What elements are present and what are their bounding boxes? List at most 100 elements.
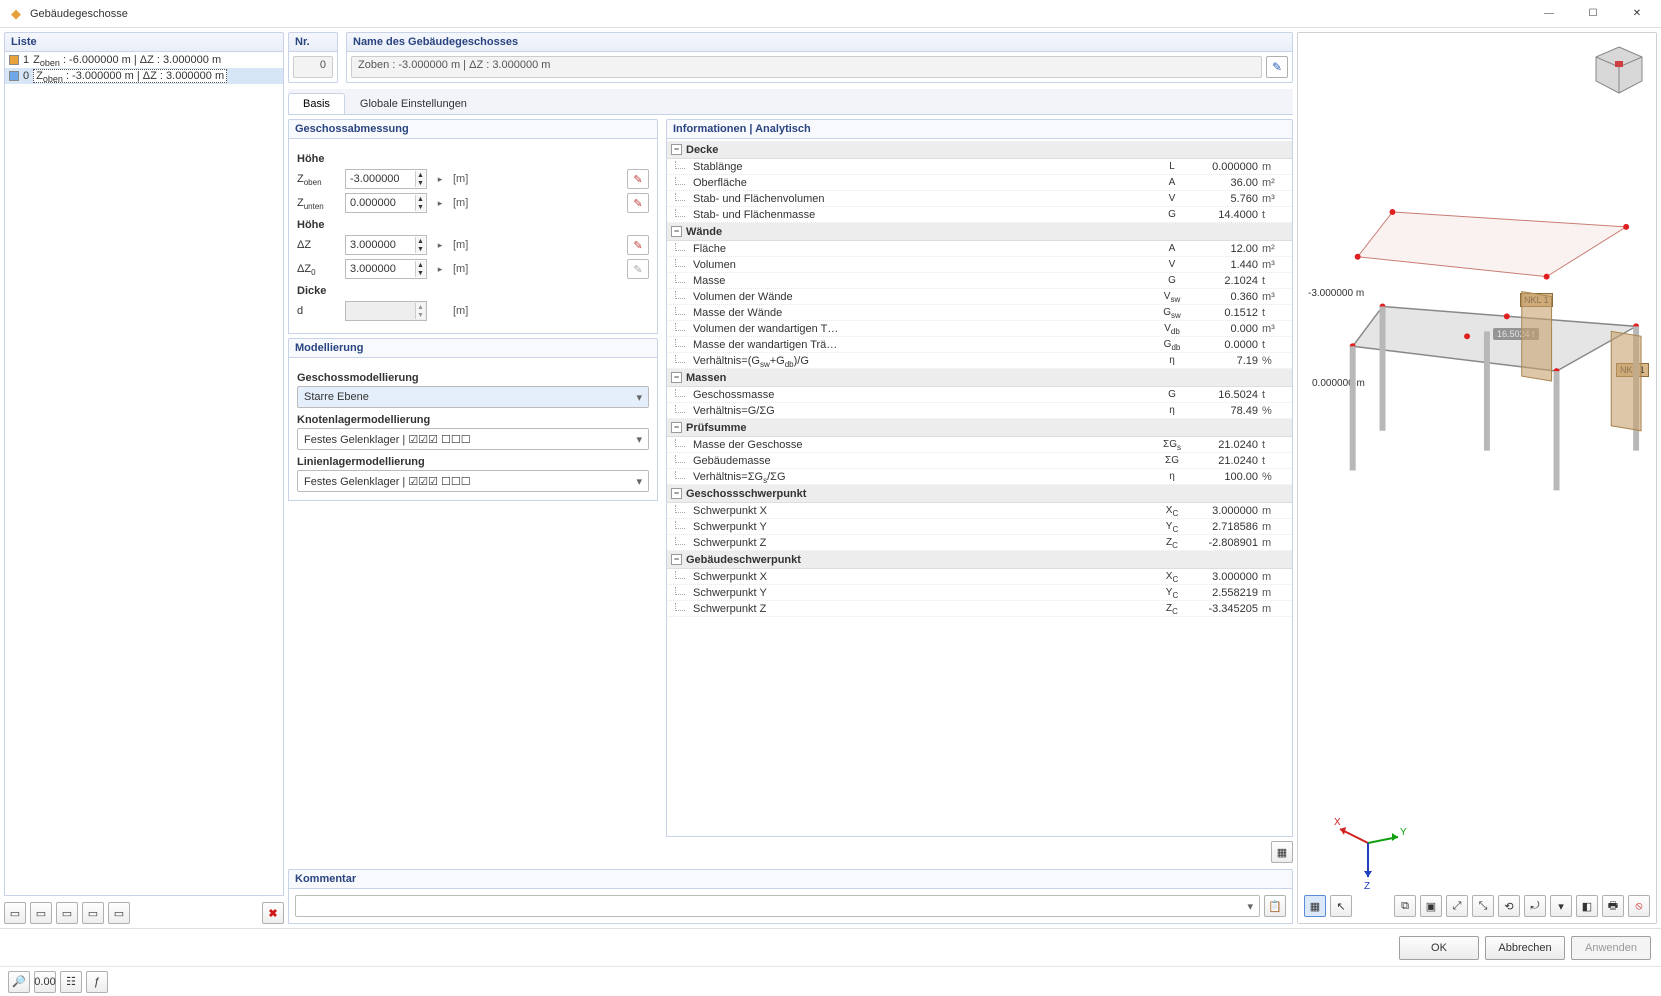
dz-input[interactable]: 3.000000▲▼: [345, 235, 427, 255]
modellierung-panel: Geschossmodellierung Starre Ebene Knoten…: [288, 358, 658, 501]
info-group-header[interactable]: −Wände: [667, 223, 1292, 241]
name-label: Name des Gebäudegeschosses: [346, 32, 1293, 52]
geschossmod-combo[interactable]: Starre Ebene: [297, 386, 649, 408]
knotenlager-combo[interactable]: Festes Gelenklager | ☑☑☑ ☐☐☐: [297, 428, 649, 450]
list-tool-4[interactable]: ▭: [82, 902, 104, 924]
zunten-input[interactable]: 0.000000▲▼: [345, 193, 427, 213]
zoben-input[interactable]: -3.000000▲▼: [345, 169, 427, 189]
model-drawing: [1298, 33, 1656, 789]
info-row: Verhältnis=(Gsw+Gdb)/Gη7.19%: [667, 353, 1292, 369]
bottom-tool-1[interactable]: 🔎: [8, 971, 30, 993]
dz-arrow-icon[interactable]: ▸: [433, 235, 447, 255]
list-item[interactable]: 0Zoben : -3.000000 m | ΔZ : 3.000000 m: [5, 68, 283, 84]
view-tool-9[interactable]: ▾: [1550, 895, 1572, 917]
view-tool-11[interactable]: 🖶: [1602, 895, 1624, 917]
zoben-label: Zoben: [297, 173, 339, 185]
zoben-pick-button[interactable]: ✎: [627, 169, 649, 189]
nr-field: 0: [293, 56, 333, 78]
dz-label: ΔZ: [297, 239, 339, 251]
dz0-input[interactable]: 3.000000▲▼: [345, 259, 427, 279]
info-row: Schwerpunkt ZZC-2.808901m: [667, 535, 1292, 551]
view-tool-reset[interactable]: ⦸: [1628, 895, 1650, 917]
zunten-arrow-icon[interactable]: ▸: [433, 193, 447, 213]
tab-basis[interactable]: Basis: [288, 93, 345, 114]
linienlager-combo[interactable]: Festes Gelenklager | ☑☑☑ ☐☐☐: [297, 470, 649, 492]
ok-button[interactable]: OK: [1399, 936, 1479, 960]
kommentar-title: Kommentar: [288, 869, 1293, 889]
info-row: Verhältnis=ΣGs/ΣGη100.00%: [667, 469, 1292, 485]
list-tool-2[interactable]: ▭: [30, 902, 52, 924]
zoben-arrow-icon[interactable]: ▸: [433, 169, 447, 189]
info-group-header[interactable]: −Prüfsumme: [667, 419, 1292, 437]
view-tool-model[interactable]: ▦: [1304, 895, 1326, 917]
zoben-unit: [m]: [453, 173, 481, 185]
tab-globale[interactable]: Globale Einstellungen: [345, 93, 482, 114]
zunten-unit: [m]: [453, 197, 481, 209]
info-group-header[interactable]: −Decke: [667, 141, 1292, 159]
apply-button[interactable]: Anwenden: [1571, 936, 1651, 960]
hoehe-label-1: Höhe: [297, 153, 649, 165]
info-group-header[interactable]: −Massen: [667, 369, 1292, 387]
knotenlager-label: Knotenlagermodellierung: [297, 414, 649, 426]
list-toolbar: ▭ ▭ ▭ ▭ ▭ ✖: [4, 902, 284, 924]
view-tool-8[interactable]: ⤾: [1524, 895, 1546, 917]
info-row: VolumenV1.440m³: [667, 257, 1292, 273]
minimize-button[interactable]: —: [1527, 0, 1571, 28]
viewport[interactable]: -3.000000 m 0.000000 m NKL 1 NKL 1 16.50…: [1297, 32, 1657, 924]
dz0-unit: [m]: [453, 263, 481, 275]
info-row: MasseG2.1024t: [667, 273, 1292, 289]
view-tool-cursor[interactable]: ↖: [1330, 895, 1352, 917]
app-icon: ◆: [8, 6, 24, 22]
d-label: d: [297, 305, 339, 317]
d-unit: [m]: [453, 305, 481, 317]
bottom-tool-2[interactable]: 0.00: [34, 971, 56, 993]
view-tool-6[interactable]: ⤡: [1472, 895, 1494, 917]
view-tool-5[interactable]: ⤢: [1446, 895, 1468, 917]
list-box[interactable]: 1Zoben : -6.000000 m | ΔZ : 3.000000 m0Z…: [4, 52, 284, 896]
zunten-pick-button[interactable]: ✎: [627, 193, 649, 213]
view-tool-4[interactable]: ▣: [1420, 895, 1442, 917]
list-item[interactable]: 1Zoben : -6.000000 m | ΔZ : 3.000000 m: [5, 52, 283, 68]
info-row: Masse der GeschosseΣGs21.0240t: [667, 437, 1292, 453]
cancel-button[interactable]: Abbrechen: [1485, 936, 1565, 960]
info-tree[interactable]: −DeckeStablängeL0.000000mOberflächeA36.0…: [666, 139, 1293, 837]
name-field[interactable]: Zoben : -3.000000 m | ΔZ : 3.000000 m: [351, 56, 1262, 78]
titlebar: ◆ Gebäudegeschosse — ☐ ✕: [0, 0, 1661, 28]
view-tool-10[interactable]: ◧: [1576, 895, 1598, 917]
list-tool-1[interactable]: ▭: [4, 902, 26, 924]
info-table-button[interactable]: ▦: [1271, 841, 1293, 863]
kommentar-pick-button[interactable]: 📋: [1264, 895, 1286, 917]
list-delete[interactable]: ✖: [262, 902, 284, 924]
view-tool-7[interactable]: ⟲: [1498, 895, 1520, 917]
list-tool-3[interactable]: ▭: [56, 902, 78, 924]
middle-panel: Nr. 0 Name des Gebäudegeschosses Zoben :…: [288, 32, 1293, 924]
close-button[interactable]: ✕: [1615, 0, 1659, 28]
maximize-button[interactable]: ☐: [1571, 0, 1615, 28]
info-group-header[interactable]: −Geschossschwerpunkt: [667, 485, 1292, 503]
bottom-tool-3[interactable]: ☷: [60, 971, 82, 993]
dz-pick-button[interactable]: ✎: [627, 235, 649, 255]
edit-name-button[interactable]: ✎: [1266, 56, 1288, 78]
info-row: Volumen der wandartigen T…Vdb0.000m³: [667, 321, 1292, 337]
geschossabmessung-title: Geschossabmessung: [288, 119, 658, 139]
geschossabmessung-panel: Höhe Zoben -3.000000▲▼ ▸ [m] ✎ Zunten 0.…: [288, 139, 658, 334]
dz0-pick-button: ✎: [627, 259, 649, 279]
dz0-arrow-icon[interactable]: ▸: [433, 259, 447, 279]
list-tool-5[interactable]: ▭: [108, 902, 130, 924]
viewport-toolbar: ▦ ↖ ⧉ ▣ ⤢ ⤡ ⟲ ⤾ ▾ ◧ 🖶 ⦸: [1304, 895, 1650, 917]
dz-unit: [m]: [453, 239, 481, 251]
linienlager-label: Linienlagermodellierung: [297, 456, 649, 468]
left-panel: Liste 1Zoben : -6.000000 m | ΔZ : 3.0000…: [4, 32, 284, 924]
window-title: Gebäudegeschosse: [30, 8, 128, 20]
info-row: GebäudemasseΣG21.0240t: [667, 453, 1292, 469]
kommentar-combo[interactable]: [295, 895, 1260, 917]
dicke-label: Dicke: [297, 285, 649, 297]
view-tool-3[interactable]: ⧉: [1394, 895, 1416, 917]
info-group-header[interactable]: −Gebäudeschwerpunkt: [667, 551, 1292, 569]
axis-gizmo-icon: X Y Z: [1328, 813, 1408, 893]
info-row: Stab- und FlächenmasseG14.4000t: [667, 207, 1292, 223]
d-input: ▲▼: [345, 301, 427, 321]
bottom-toolbar: 🔎 0.00 ☷ ƒ: [0, 966, 1661, 996]
zunten-label: Zunten: [297, 197, 339, 209]
bottom-tool-4[interactable]: ƒ: [86, 971, 108, 993]
